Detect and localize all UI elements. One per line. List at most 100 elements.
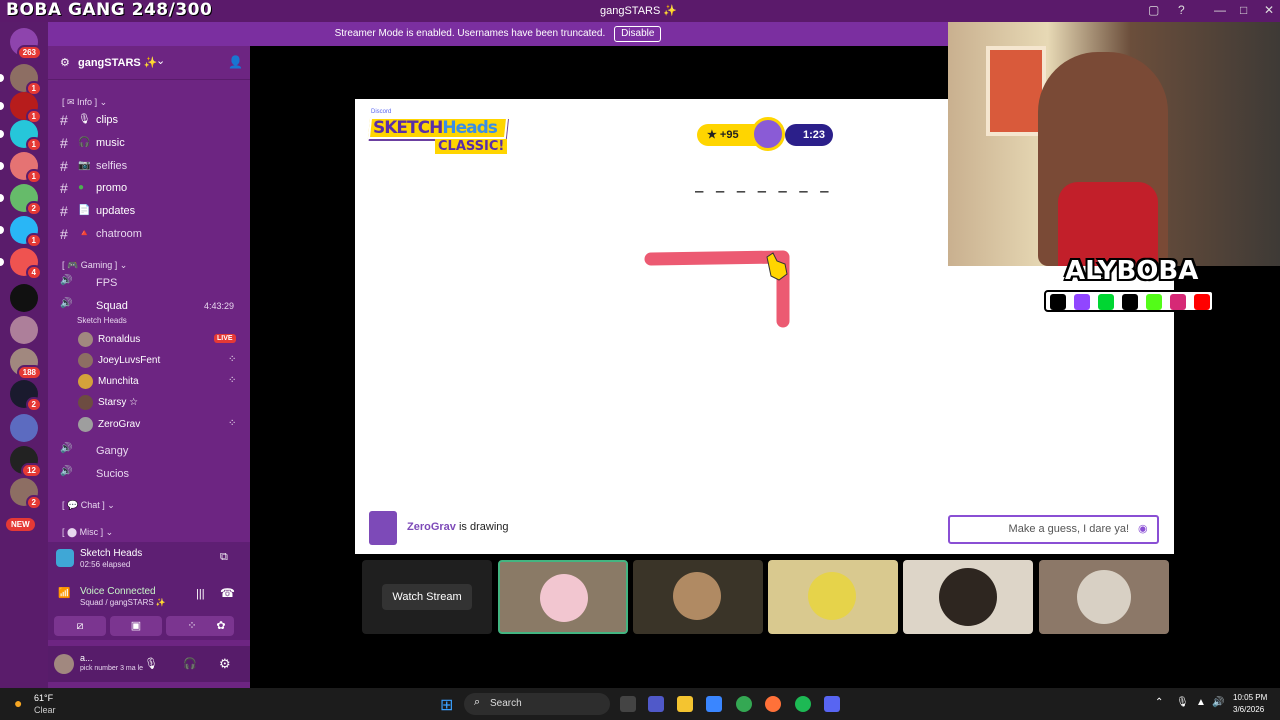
streamer-mode-banner: Streamer Mode is enabled. Usernames have… xyxy=(48,22,948,46)
headphones-icon: 🎧 xyxy=(78,137,91,148)
microphone-icon[interactable]: 🎙 xyxy=(144,657,158,670)
activity-panel[interactable]: Sketch Heads 02:56 elapsed ⧉ xyxy=(48,542,250,576)
send-icon[interactable]: ◉ xyxy=(1138,522,1148,535)
member-row[interactable]: Ronaldus LIVE xyxy=(78,330,248,350)
webcam-feed xyxy=(948,22,1280,266)
member-row[interactable]: Starsy ☆ xyxy=(78,393,248,413)
gear-icon[interactable]: ⚙ xyxy=(219,656,231,672)
channel-clips[interactable]: # 🎙 clips xyxy=(48,111,250,131)
server-icon[interactable]: 1 xyxy=(0,120,42,152)
minimize-button[interactable]: — xyxy=(1214,3,1226,17)
server-icon[interactable]: 1 xyxy=(0,64,42,96)
taskbar-search[interactable]: ⌕ Search xyxy=(464,693,610,715)
new-badge: NEW xyxy=(6,518,35,531)
participant-tile[interactable] xyxy=(633,560,763,634)
help-icon[interactable]: ? xyxy=(1178,3,1185,17)
noise-suppression-icon[interactable]: ||| xyxy=(196,588,205,600)
server-icon[interactable] xyxy=(10,316,38,344)
avatar xyxy=(78,395,93,410)
server-icon[interactable]: 1 xyxy=(0,152,42,184)
soundboard-button[interactable]: ✿ xyxy=(208,616,234,636)
server-icon[interactable] xyxy=(10,284,38,312)
close-button[interactable]: ✕ xyxy=(1264,3,1274,17)
category-gaming[interactable]: [ 🎮 Gaming ] ⌄ xyxy=(62,260,127,271)
server-icon[interactable]: 2 xyxy=(0,184,42,216)
avatar xyxy=(673,572,721,620)
browser-icon[interactable] xyxy=(620,696,636,712)
firefox-icon[interactable] xyxy=(765,696,781,712)
channel-selfies[interactable]: # 📷 selfies xyxy=(48,157,250,177)
category-misc[interactable]: [ ⬤ Misc ] ⌄ xyxy=(62,527,113,538)
popout-icon[interactable]: ⧉ xyxy=(220,551,228,564)
discord-home-button[interactable]: 263 xyxy=(10,28,42,60)
participant-tile[interactable] xyxy=(768,560,898,634)
speaker-icon: 🔊 xyxy=(60,298,73,309)
avatar xyxy=(78,374,93,389)
participant-tile[interactable] xyxy=(1039,560,1169,634)
avatar xyxy=(78,332,93,347)
voice-channel-sucios[interactable]: 🔊 Sucios xyxy=(48,465,250,485)
tray-chevron-icon[interactable]: ⌃ xyxy=(1155,697,1163,708)
chrome-icon[interactable] xyxy=(736,696,752,712)
server-icon[interactable]: 12 xyxy=(10,446,42,478)
wifi-icon[interactable]: ▲ xyxy=(1196,697,1206,708)
add-member-icon[interactable]: 👤 xyxy=(228,55,243,69)
channel-music[interactable]: # 🎧 music xyxy=(48,134,250,154)
watch-stream-button[interactable]: Watch Stream xyxy=(382,584,472,610)
maximize-button[interactable]: □ xyxy=(1240,3,1247,17)
disable-button[interactable]: Disable xyxy=(614,26,662,42)
inbox-icon[interactable]: ▢ xyxy=(1148,3,1159,17)
headphones-icon[interactable]: 🎧 xyxy=(183,657,197,670)
search-icon: ⌕ xyxy=(474,696,481,708)
mic-tray-icon[interactable]: 🎙 xyxy=(1176,697,1189,708)
channel-updates[interactable]: # 📄 updates xyxy=(48,202,250,222)
server-icon[interactable] xyxy=(10,414,38,442)
windows-start-icon[interactable]: ⊞ xyxy=(440,695,453,715)
server-icon[interactable]: 4 xyxy=(0,248,42,280)
voice-channel-fps[interactable]: 🔊 FPS xyxy=(48,274,250,294)
avatar xyxy=(78,353,93,368)
teams-icon[interactable] xyxy=(648,696,664,712)
server-header[interactable]: ⚙ gangSTARS ✨ ⌄ 👤 xyxy=(48,46,250,80)
disconnect-icon[interactable]: ☎ xyxy=(220,586,235,600)
channel-chatroom[interactable]: # 🔺 chatroom xyxy=(48,225,250,245)
user-status: pick number 3 ma le xyxy=(80,665,144,672)
member-row[interactable]: JoeyLuvsFent ⁘ xyxy=(78,351,248,371)
clock-time[interactable]: 10:05 PM xyxy=(1233,693,1267,702)
channel-promo[interactable]: # ● promo xyxy=(48,179,250,199)
category-chat[interactable]: [ 💬 Chat ] ⌄ xyxy=(62,500,115,511)
server-icon[interactable]: 188 xyxy=(10,348,42,380)
member-row[interactable]: ZeroGrav ⁘ xyxy=(78,415,248,435)
voice-channel-gangy[interactable]: 🔊 Gangy xyxy=(48,442,250,462)
camera-off-button[interactable]: ⧄ xyxy=(54,616,106,636)
server-icon[interactable]: 1 xyxy=(0,92,42,124)
participant-tile[interactable] xyxy=(498,560,628,634)
clip-icon: 🎙 xyxy=(78,114,91,125)
weather-icon[interactable]: ● xyxy=(14,695,22,711)
windows-taskbar: ● 61°F Clear ⊞ ⌕ Search ⌃ 🎙 ▲ 🔊 10:05 PM… xyxy=(0,688,1280,720)
avatar xyxy=(808,572,856,620)
channel-activity: Sketch Heads xyxy=(77,316,127,325)
file-explorer-icon[interactable] xyxy=(677,696,693,712)
window-title: gangSTARS ✨ xyxy=(600,5,678,17)
avatar[interactable] xyxy=(54,654,74,674)
server-icon[interactable]: 2 xyxy=(10,380,42,412)
discord-icon[interactable] xyxy=(824,696,840,712)
category-info[interactable]: [ ✉ Info ] ⌄ xyxy=(62,97,107,108)
screen-share-button[interactable]: ▣ xyxy=(110,616,162,636)
spotify-icon[interactable] xyxy=(795,696,811,712)
clock-date[interactable]: 3/6/2026 xyxy=(1233,705,1264,714)
brand-name: ALYBOBA xyxy=(1065,256,1199,286)
server-icon[interactable]: 1 xyxy=(0,216,42,248)
volume-icon[interactable]: 🔊 xyxy=(1212,697,1224,708)
copilot-icon[interactable] xyxy=(706,696,722,712)
guess-input[interactable]: Make a guess, I dare ya! xyxy=(948,515,1159,544)
title-bar: BOBA GANG 248/300 gangSTARS ✨ ▢ ? — □ ✕ xyxy=(0,0,1280,22)
member-row[interactable]: Munchita ⁘ xyxy=(78,372,248,392)
watch-stream-tile[interactable]: Watch Stream xyxy=(362,560,492,634)
settings-icon: ⚙ xyxy=(60,57,70,69)
participant-tile[interactable] xyxy=(903,560,1033,634)
server-icon[interactable]: 2 xyxy=(10,478,42,510)
voice-channel-squad[interactable]: 🔊 Squad 4:43:29 xyxy=(48,297,250,317)
activity-icon: ⁘ xyxy=(228,354,237,365)
